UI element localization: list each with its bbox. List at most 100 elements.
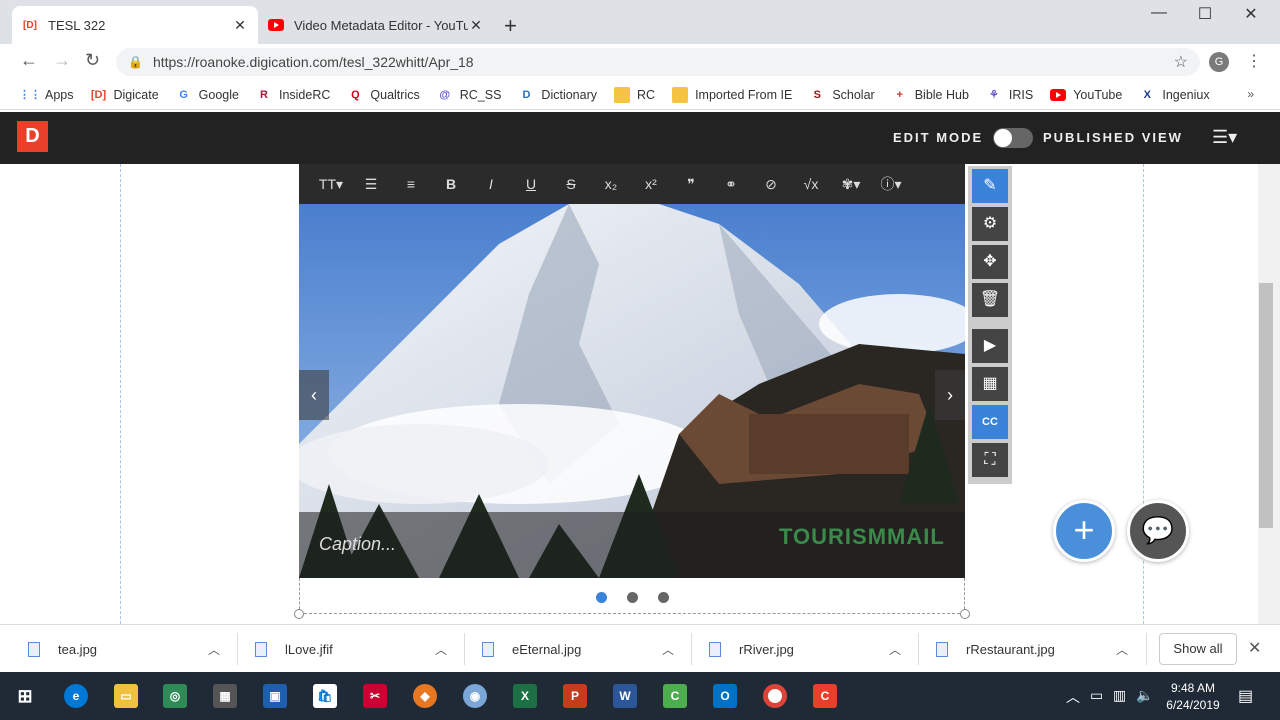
- profile-avatar[interactable]: G: [1209, 52, 1229, 72]
- slideshow-image[interactable]: ‹ › Caption... TOURISMMAIL: [299, 204, 965, 578]
- bookmark-youtube[interactable]: YouTube: [1050, 87, 1122, 103]
- close-window-icon[interactable]: ✕: [1228, 4, 1274, 24]
- resize-handle[interactable]: [960, 609, 970, 619]
- underline-icon[interactable]: U: [511, 176, 551, 192]
- mode-toggle[interactable]: [993, 128, 1033, 148]
- attachment-icon[interactable]: ⊘: [751, 176, 791, 193]
- closed-captions-button[interactable]: CC: [972, 405, 1008, 439]
- scrollbar-thumb[interactable]: [1259, 283, 1273, 528]
- tab-video-metadata-editor[interactable]: Video Metadata Editor - YouTube ✕: [258, 6, 494, 44]
- volume-icon[interactable]: 🔈: [1136, 687, 1153, 704]
- download-options-chevron-icon[interactable]: ︿: [208, 641, 220, 658]
- address-bar[interactable]: 🔒 https://roanoke.digication.com/tesl_32…: [116, 48, 1200, 76]
- tab-tesl-322[interactable]: [D] TESL 322 ✕: [12, 6, 258, 44]
- comments-button[interactable]: 💬: [1127, 500, 1189, 562]
- subscript-icon[interactable]: x₂: [591, 176, 631, 192]
- camtasia-icon[interactable]: C: [663, 684, 687, 708]
- numbered-list-icon[interactable]: ≡: [391, 176, 431, 192]
- system-clock[interactable]: 9:48 AM 6/24/2019: [1158, 680, 1228, 714]
- app-icon[interactable]: ◆: [413, 684, 437, 708]
- bookmark-imported-from-ie[interactable]: Imported From IE: [672, 86, 792, 103]
- bookmark-dictionary[interactable]: D Dictionary: [518, 87, 597, 103]
- italic-icon[interactable]: I: [471, 176, 511, 192]
- word-icon[interactable]: W: [613, 684, 637, 708]
- download-options-chevron-icon[interactable]: ︿: [662, 641, 674, 658]
- bookmark-apps[interactable]: ⋮⋮ Apps: [19, 87, 74, 103]
- superscript-icon[interactable]: x²: [631, 176, 671, 192]
- blockquote-icon[interactable]: ❞: [671, 176, 711, 193]
- file-explorer-icon[interactable]: ▭: [114, 684, 138, 708]
- bookmark-rc[interactable]: RC: [614, 86, 655, 103]
- minimize-icon[interactable]: —: [1136, 4, 1182, 22]
- slide-dot[interactable]: [627, 592, 638, 603]
- windows-start-icon[interactable]: ⊞: [13, 684, 37, 708]
- close-tab-icon[interactable]: ✕: [468, 17, 484, 34]
- download-item[interactable]: eEternal.jpg ︿: [482, 635, 682, 663]
- download-item[interactable]: lLove.jfif ︿: [255, 635, 455, 663]
- back-icon[interactable]: ←: [20, 50, 38, 71]
- link-icon[interactable]: ⚭: [711, 176, 751, 193]
- app-icon[interactable]: ◎: [163, 684, 187, 708]
- move-button[interactable]: ✥: [972, 245, 1008, 279]
- tray-chevron-icon[interactable]: ︿: [1066, 687, 1080, 707]
- strikethrough-icon[interactable]: S: [551, 176, 591, 192]
- bookmark-qualtrics[interactable]: Q Qualtrics: [347, 87, 420, 103]
- snip-icon[interactable]: ✂: [363, 684, 387, 708]
- play-button[interactable]: ▶: [972, 329, 1008, 363]
- edge-icon[interactable]: e: [64, 684, 88, 708]
- new-tab-button[interactable]: +: [504, 13, 517, 39]
- show-all-downloads-button[interactable]: Show all: [1159, 633, 1237, 665]
- download-options-chevron-icon[interactable]: ︿: [1116, 641, 1128, 658]
- store-icon[interactable]: 🛍: [313, 684, 337, 708]
- grid-view-button[interactable]: ▦: [972, 367, 1008, 401]
- next-slide-arrow[interactable]: ›: [935, 370, 965, 420]
- resize-handle[interactable]: [294, 609, 304, 619]
- app-icon[interactable]: ▣: [263, 684, 287, 708]
- network-icon[interactable]: ▥: [1113, 687, 1126, 704]
- close-tab-icon[interactable]: ✕: [232, 17, 248, 34]
- digication-logo[interactable]: D: [17, 121, 48, 152]
- settings-button[interactable]: ⚙: [972, 207, 1008, 241]
- download-options-chevron-icon[interactable]: ︿: [889, 641, 901, 658]
- delete-button[interactable]: 🗑: [972, 283, 1008, 317]
- powerpoint-icon[interactable]: P: [563, 684, 587, 708]
- bookmark-digicate[interactable]: [D] Digicate: [91, 87, 159, 103]
- bookmark-ingeniux[interactable]: X Ingeniux: [1139, 87, 1210, 103]
- edit-block-button[interactable]: ✎: [972, 169, 1008, 203]
- previous-slide-arrow[interactable]: ‹: [299, 370, 329, 420]
- info-icon[interactable]: ⓘ▾: [871, 174, 911, 194]
- font-size-icon[interactable]: TT▾: [311, 176, 351, 193]
- reload-icon[interactable]: ↻: [85, 50, 100, 71]
- excel-icon[interactable]: X: [513, 684, 537, 708]
- bookmark-insiderc[interactable]: R InsideRC: [256, 87, 330, 103]
- bookmark-iris[interactable]: ⚘ IRIS: [986, 87, 1033, 103]
- slide-dot[interactable]: [658, 592, 669, 603]
- bookmarks-overflow-icon[interactable]: »: [1247, 87, 1254, 101]
- bookmark-bible-hub[interactable]: + Bible Hub: [892, 87, 968, 103]
- download-options-chevron-icon[interactable]: ︿: [435, 641, 447, 658]
- add-block-button[interactable]: +: [1053, 500, 1115, 562]
- maximize-icon[interactable]: ☐: [1182, 4, 1228, 24]
- slide-dot[interactable]: [596, 592, 607, 603]
- calculator-icon[interactable]: ▦: [213, 684, 237, 708]
- hamburger-menu-icon[interactable]: ☰▾: [1212, 127, 1237, 148]
- bulleted-list-icon[interactable]: ☰: [351, 176, 391, 193]
- bookmark-google[interactable]: G Google: [176, 87, 239, 103]
- bookmark-scholar[interactable]: S Scholar: [809, 87, 875, 103]
- browser-menu-icon[interactable]: ⋮: [1246, 51, 1262, 71]
- bold-icon[interactable]: B: [431, 176, 471, 192]
- download-item[interactable]: rRestaurant.jpg ︿: [936, 635, 1136, 663]
- battery-icon[interactable]: ▭: [1090, 687, 1103, 704]
- accessibility-icon[interactable]: ✾▾: [831, 176, 871, 193]
- fullscreen-button[interactable]: ⛶: [972, 443, 1008, 477]
- close-downloads-icon[interactable]: ✕: [1248, 638, 1261, 658]
- equation-icon[interactable]: √x: [791, 176, 831, 192]
- download-item[interactable]: rRiver.jpg ︿: [709, 635, 909, 663]
- action-center-icon[interactable]: ▤: [1238, 686, 1253, 706]
- app-icon[interactable]: C: [813, 684, 837, 708]
- download-item[interactable]: tea.jpg ︿: [28, 635, 228, 663]
- bookmark-star-icon[interactable]: ☆: [1174, 52, 1188, 72]
- bookmark-rc-ss[interactable]: @ RC_SS: [437, 87, 501, 103]
- caption-field[interactable]: Caption...: [319, 534, 396, 555]
- forward-icon[interactable]: →: [53, 50, 71, 71]
